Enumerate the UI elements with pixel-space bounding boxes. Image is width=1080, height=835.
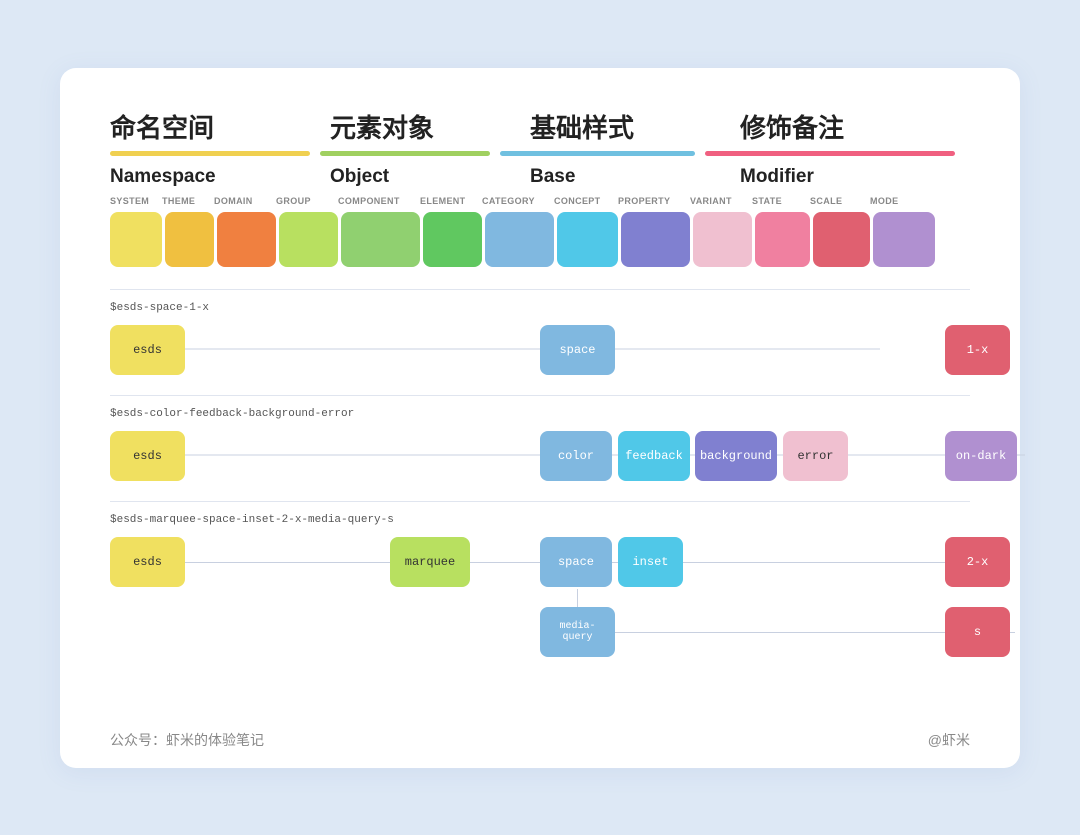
chip-esds-2: esds bbox=[110, 431, 185, 481]
swatch-concept bbox=[557, 212, 618, 267]
swatch-group bbox=[279, 212, 338, 267]
sublabel-scale: SCALE bbox=[810, 196, 870, 206]
chip-color-2: color bbox=[540, 431, 612, 481]
header-base: 基础样式 bbox=[530, 108, 740, 145]
divider-3 bbox=[110, 501, 970, 502]
sublabel-variant: VARIANT bbox=[690, 196, 752, 206]
chip-space-1: space bbox=[540, 325, 615, 375]
bar-namespace bbox=[110, 151, 310, 156]
swatch-domain bbox=[217, 212, 276, 267]
header-row: 命名空间 元素对象 基础样式 修饰备注 bbox=[110, 108, 970, 145]
connector-1 bbox=[185, 349, 880, 350]
section-labels: Namespace Object Base Modifier bbox=[110, 166, 970, 188]
chip-1x-1: 1-x bbox=[945, 325, 1010, 375]
token-row-2: esds color feedback background error on-… bbox=[110, 428, 970, 483]
sublabel-component: COMPONENT bbox=[338, 196, 420, 206]
swatch-scale bbox=[813, 212, 870, 267]
sublabel-state: STATE bbox=[752, 196, 810, 206]
label-namespace: Namespace bbox=[110, 166, 330, 188]
divider-1 bbox=[110, 289, 970, 290]
token-section-3: $esds-marquee-space-inset-2-x-media-quer… bbox=[110, 514, 970, 664]
swatch-component bbox=[341, 212, 420, 267]
bar-base bbox=[500, 151, 695, 156]
color-bars bbox=[110, 151, 970, 156]
swatch-category bbox=[485, 212, 554, 267]
token-row-1: esds space 1-x bbox=[110, 322, 970, 377]
chip-2x-3: 2-x bbox=[945, 537, 1010, 587]
label-base: Base bbox=[530, 166, 740, 188]
sublabels-row: SYSTEM THEME DOMAIN GROUP COMPONENT ELEM… bbox=[110, 196, 970, 206]
header-object: 元素对象 bbox=[330, 108, 530, 145]
chip-mediaquery-3: media-query bbox=[540, 607, 615, 657]
chip-inset-3: inset bbox=[618, 537, 683, 587]
divider-2 bbox=[110, 395, 970, 396]
swatch-variant bbox=[693, 212, 752, 267]
header-modifier: 修饰备注 bbox=[740, 108, 940, 145]
chip-esds-1: esds bbox=[110, 325, 185, 375]
swatch-row bbox=[110, 212, 970, 267]
footer: 公众号：虾米的体验笔记 @虾米 bbox=[110, 730, 970, 750]
swatch-state bbox=[755, 212, 810, 267]
token-label-2: $esds-color-feedback-background-error bbox=[110, 408, 970, 420]
chip-marquee-3: marquee bbox=[390, 537, 470, 587]
sublabel-theme: THEME bbox=[162, 196, 214, 206]
footer-left: 公众号：虾米的体验笔记 bbox=[110, 730, 264, 750]
sublabel-domain: DOMAIN bbox=[214, 196, 276, 206]
main-card: 命名空间 元素对象 基础样式 修饰备注 Namespace Object Bas… bbox=[60, 68, 1020, 768]
footer-right: @虾米 bbox=[928, 730, 970, 750]
chip-esds-3: esds bbox=[110, 537, 185, 587]
sublabel-mode: MODE bbox=[870, 196, 925, 206]
chip-space-3: space bbox=[540, 537, 612, 587]
sublabel-concept: CONCEPT bbox=[554, 196, 618, 206]
sublabel-category: CATEGORY bbox=[482, 196, 554, 206]
label-object: Object bbox=[330, 166, 530, 188]
chip-feedback-2: feedback bbox=[618, 431, 690, 481]
chip-ondark-2: on-dark bbox=[945, 431, 1017, 481]
header-namespace: 命名空间 bbox=[110, 108, 330, 145]
swatch-element bbox=[423, 212, 482, 267]
bar-object bbox=[320, 151, 490, 156]
swatch-property bbox=[621, 212, 690, 267]
sublabel-property: PROPERTY bbox=[618, 196, 690, 206]
token-section-1: $esds-space-1-x esds space 1-x bbox=[110, 302, 970, 377]
sublabel-group: GROUP bbox=[276, 196, 338, 206]
sublabel-element: ELEMENT bbox=[420, 196, 482, 206]
token-section-2: $esds-color-feedback-background-error es… bbox=[110, 408, 970, 483]
token-row-3: esds marquee space inset 2-x media-query… bbox=[110, 534, 970, 664]
swatch-theme bbox=[165, 212, 214, 267]
token-label-3: $esds-marquee-space-inset-2-x-media-quer… bbox=[110, 514, 970, 526]
chip-error-2: error bbox=[783, 431, 848, 481]
chip-s-3: s bbox=[945, 607, 1010, 657]
chip-background-2: background bbox=[695, 431, 777, 481]
label-modifier: Modifier bbox=[740, 166, 940, 188]
token-label-1: $esds-space-1-x bbox=[110, 302, 970, 314]
swatch-mode bbox=[873, 212, 935, 267]
swatch-system bbox=[110, 212, 162, 267]
sublabel-system: SYSTEM bbox=[110, 196, 162, 206]
bar-modifier bbox=[705, 151, 955, 156]
